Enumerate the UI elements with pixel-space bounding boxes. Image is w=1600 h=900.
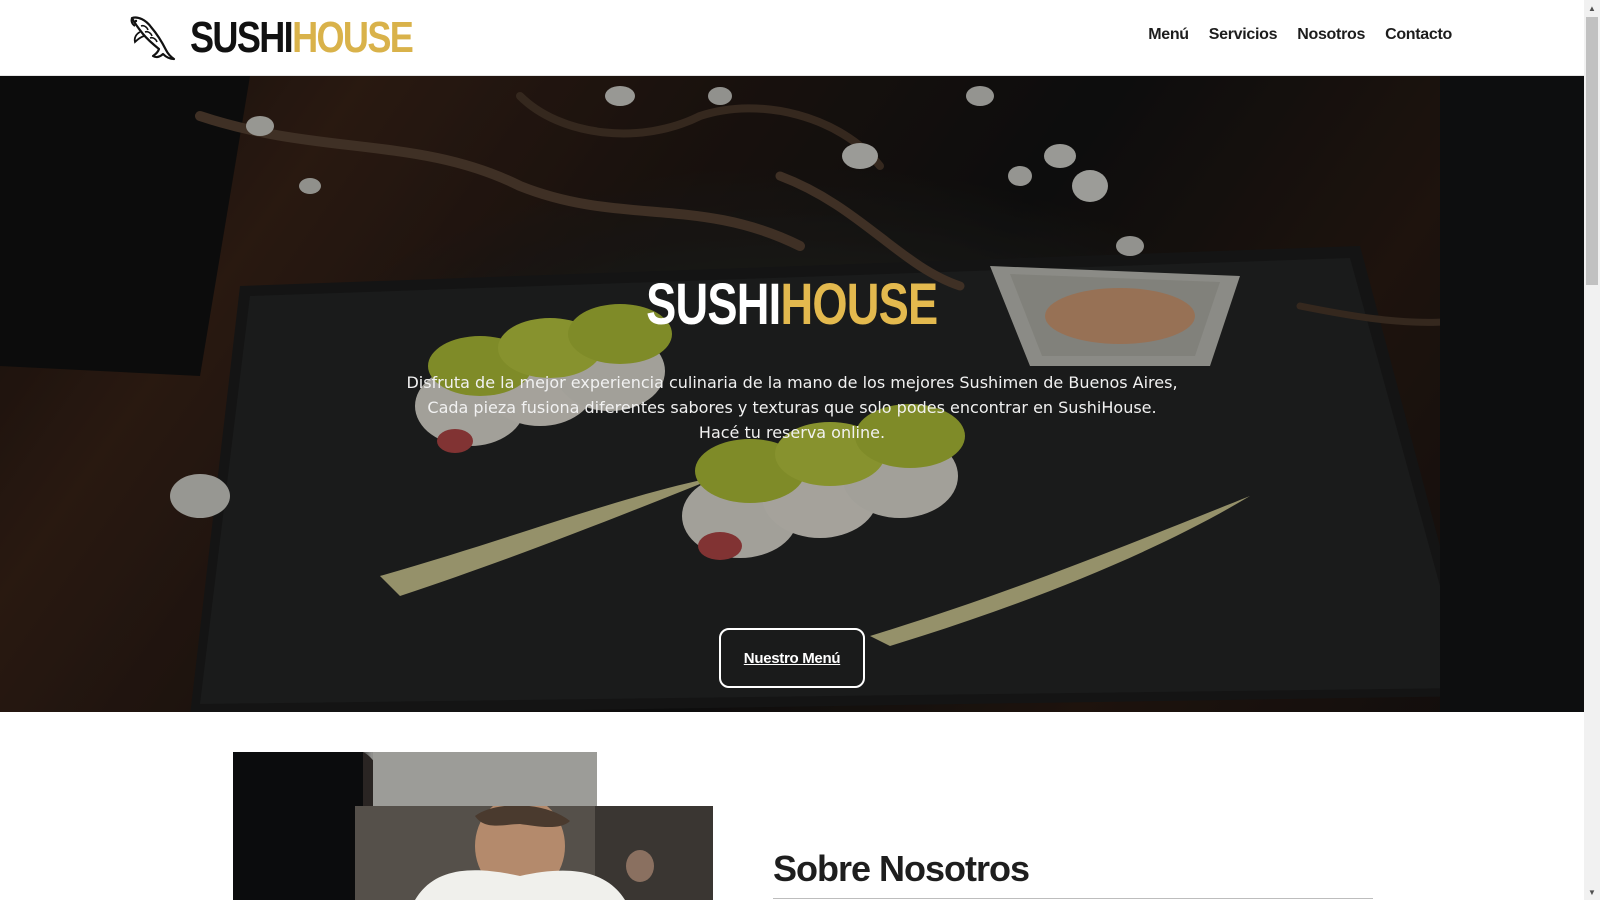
- main-nav: Menú Servicios Nosotros Contacto: [1148, 26, 1452, 44]
- scrollbar-thumb[interactable]: [1586, 17, 1598, 285]
- about-photo-chef: [355, 806, 713, 900]
- about-image-front: [355, 806, 713, 900]
- about-title: Sobre Nosotros: [773, 848, 1030, 889]
- logo-text-house: HOUSE: [292, 13, 414, 62]
- nav-nosotros[interactable]: Nosotros: [1297, 26, 1365, 44]
- page-scrollbar[interactable]: ▲ ▼: [1584, 0, 1600, 900]
- logo[interactable]: SUSHIHOUSE: [126, 12, 461, 64]
- hero-description: Disfruta de la mejor experiencia culinar…: [392, 370, 1192, 445]
- nav-contacto[interactable]: Contacto: [1385, 26, 1452, 44]
- hero-description-line: Disfruta de la mejor experiencia culinar…: [406, 373, 1178, 392]
- nav-servicios[interactable]: Servicios: [1209, 26, 1278, 44]
- nuestro-menu-button[interactable]: Nuestro Menú: [719, 628, 865, 688]
- hero-section: SUSHIHOUSE Disfruta de la mejor experien…: [0, 76, 1584, 712]
- logo-wordmark: SUSHIHOUSE: [190, 13, 414, 62]
- hero-title-sushi: SUSHI: [646, 272, 781, 337]
- hero-description-line: Hacé tu reserva online.: [698, 423, 886, 442]
- site-header: SUSHIHOUSE Menú Servicios Nosotros Conta…: [0, 0, 1584, 76]
- nav-menu[interactable]: Menú: [1148, 26, 1189, 44]
- about-divider: [773, 898, 1373, 899]
- hero-description-line: Cada pieza fusiona diferentes sabores y …: [427, 398, 1157, 417]
- scroll-up-arrow-icon[interactable]: ▲: [1584, 0, 1600, 16]
- hero-title: SUSHIHOUSE: [0, 276, 1584, 334]
- koi-fish-icon: [130, 16, 176, 61]
- logo-text-sushi: SUSHI: [190, 13, 294, 62]
- hero-title-house: HOUSE: [780, 272, 939, 337]
- scroll-down-arrow-icon[interactable]: ▼: [1584, 884, 1600, 900]
